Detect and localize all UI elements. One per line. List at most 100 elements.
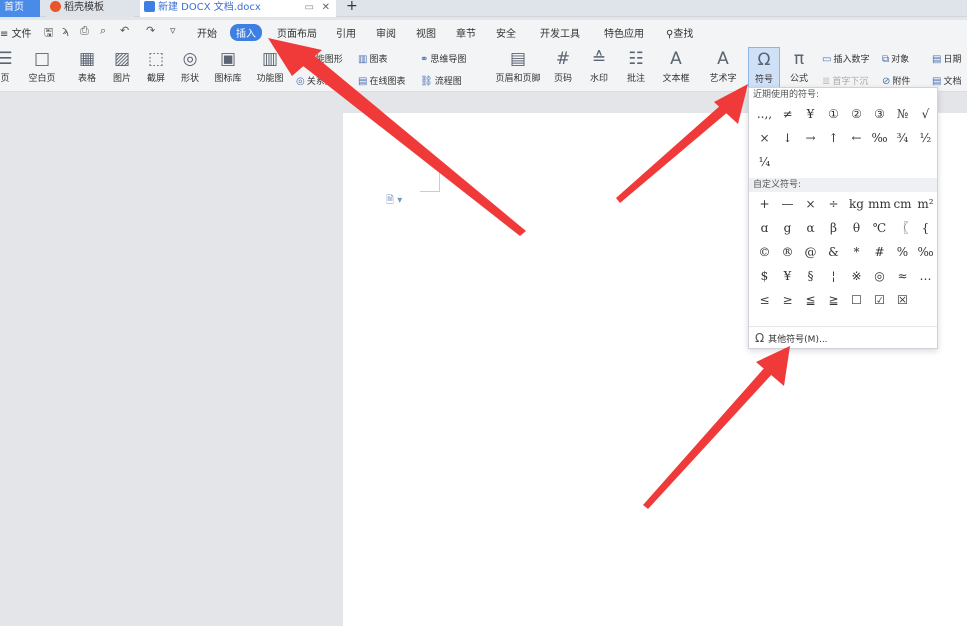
custom-symbol[interactable]: α bbox=[799, 216, 822, 240]
ribbon-date[interactable]: ▤ 日期 bbox=[932, 52, 961, 65]
custom-symbol[interactable]: % bbox=[891, 240, 914, 264]
ribbon-watermark-button[interactable]: ≙ 水印 bbox=[584, 47, 614, 84]
custom-symbol[interactable]: § bbox=[799, 264, 822, 288]
custom-symbol[interactable]: ‰ bbox=[914, 240, 937, 264]
custom-symbol[interactable]: ☑ bbox=[868, 288, 891, 312]
tab-template[interactable]: 稻壳模板 bbox=[46, 0, 134, 17]
custom-symbol[interactable]: mm bbox=[868, 192, 891, 216]
pin-icon[interactable]: ▭ bbox=[305, 0, 314, 16]
ribbon-icon-library-button[interactable]: ▣ 图标库 bbox=[210, 47, 246, 84]
ribbon-screenshot-button[interactable]: ⬚ 截屏 bbox=[140, 47, 172, 84]
paragraph-layout-icon[interactable]: 🗎 ▾ bbox=[386, 193, 402, 210]
ribbon-relation-chart[interactable]: ◎ 关系图 bbox=[296, 74, 334, 87]
recent-symbol[interactable]: × bbox=[753, 126, 776, 150]
recent-symbol[interactable]: → bbox=[799, 126, 822, 150]
custom-symbol[interactable]: ☒ bbox=[891, 288, 914, 312]
custom-symbol[interactable]: — bbox=[776, 192, 799, 216]
recent-symbol[interactable]: ③ bbox=[868, 102, 891, 126]
more-symbols-button[interactable]: Ω 其他符号(M)... bbox=[749, 326, 937, 348]
tab-home[interactable]: 首页 bbox=[0, 0, 40, 17]
redo-icon[interactable]: ↷ bbox=[146, 24, 155, 37]
ribbon-online-chart[interactable]: ▤ 在线图表 bbox=[358, 74, 405, 87]
menu-file[interactable]: ≡ 文件 bbox=[0, 25, 32, 40]
menu-start[interactable]: 开始 bbox=[197, 25, 217, 40]
print-icon[interactable]: ⎙ bbox=[80, 24, 89, 38]
custom-symbol[interactable]: 〖 bbox=[891, 216, 914, 240]
ribbon-page-number-button[interactable]: # 页码 bbox=[548, 47, 578, 84]
recent-symbol[interactable]: ..,, bbox=[753, 102, 776, 126]
custom-symbol[interactable]: ≦ bbox=[799, 288, 822, 312]
ribbon-insert-number[interactable]: ▭ 插入数字 bbox=[822, 52, 869, 65]
menu-search[interactable]: ⚲查找 bbox=[666, 25, 693, 40]
recent-symbol[interactable]: ← bbox=[845, 126, 868, 150]
custom-symbol[interactable]: © bbox=[753, 240, 776, 264]
ribbon-symbol-button[interactable]: Ω 符号 bbox=[748, 47, 780, 89]
recent-symbol[interactable]: ½ bbox=[914, 126, 937, 150]
ribbon-mindmap[interactable]: ⚭ 思维导图 bbox=[420, 52, 466, 65]
ribbon-comment-button[interactable]: ☷ 批注 bbox=[622, 47, 650, 84]
custom-symbol[interactable]: ɑ bbox=[753, 216, 776, 240]
custom-symbol[interactable]: & bbox=[822, 240, 845, 264]
ribbon-wordart-button[interactable]: A 艺术字 bbox=[702, 47, 744, 84]
ribbon-formula-button[interactable]: π 公式 bbox=[784, 47, 814, 84]
menu-security[interactable]: 安全 bbox=[496, 25, 516, 40]
tab-document[interactable]: 新建 DOCX 文档.docx ▭ ✕ bbox=[140, 0, 336, 17]
menu-developer[interactable]: 开发工具 bbox=[540, 25, 580, 40]
undo-icon[interactable]: ↶ bbox=[120, 24, 129, 37]
custom-symbol[interactable]: g bbox=[776, 216, 799, 240]
custom-symbol[interactable]: ◎ bbox=[868, 264, 891, 288]
format-painter-icon[interactable]: ϡ bbox=[62, 24, 69, 37]
ribbon-shape-button[interactable]: ◎ 形状 bbox=[174, 47, 206, 84]
custom-symbol[interactable]: ® bbox=[776, 240, 799, 264]
customize-chevron-icon[interactable]: ▿ bbox=[170, 24, 176, 37]
custom-symbol[interactable]: m² bbox=[914, 192, 937, 216]
custom-symbol[interactable]: kg bbox=[845, 192, 868, 216]
custom-symbol[interactable]: ℃ bbox=[868, 216, 891, 240]
menu-reference[interactable]: 引用 bbox=[336, 25, 356, 40]
custom-symbol[interactable]: … bbox=[914, 264, 937, 288]
custom-symbol[interactable]: ☐ bbox=[845, 288, 868, 312]
custom-symbol[interactable]: $ bbox=[753, 264, 776, 288]
save-icon[interactable]: 🖫 bbox=[44, 24, 53, 43]
recent-symbol[interactable]: √ bbox=[914, 102, 937, 126]
ribbon-smart-graphic[interactable]: ◉ 智能图形 bbox=[296, 52, 343, 65]
menu-chapter[interactable]: 章节 bbox=[456, 25, 476, 40]
custom-symbol[interactable]: ¥ bbox=[776, 264, 799, 288]
custom-symbol[interactable]: ≤ bbox=[753, 288, 776, 312]
custom-symbol[interactable]: # bbox=[868, 240, 891, 264]
menu-insert[interactable]: 插入 bbox=[230, 24, 262, 41]
custom-symbol[interactable]: { bbox=[914, 216, 937, 240]
custom-symbol[interactable]: ¦ bbox=[822, 264, 845, 288]
recent-symbol[interactable]: ‰ bbox=[868, 126, 891, 150]
recent-symbol[interactable]: ¥ bbox=[799, 102, 822, 126]
menu-view[interactable]: 视图 bbox=[416, 25, 436, 40]
ribbon-textbox-button[interactable]: A 文本框 bbox=[656, 47, 696, 84]
menu-review[interactable]: 审阅 bbox=[376, 25, 396, 40]
custom-symbol[interactable]: ÷ bbox=[822, 192, 845, 216]
recent-symbol[interactable]: № bbox=[891, 102, 914, 126]
custom-symbol[interactable]: ≥ bbox=[776, 288, 799, 312]
recent-symbol[interactable]: ↑ bbox=[822, 126, 845, 150]
recent-symbol[interactable]: ≠ bbox=[776, 102, 799, 126]
ribbon-page-button[interactable]: ☰ 页 bbox=[0, 47, 16, 84]
recent-symbol[interactable]: ¼ bbox=[753, 150, 776, 174]
ribbon-blank-page-button[interactable]: □ 空白页 bbox=[22, 47, 62, 84]
custom-symbol[interactable]: β bbox=[822, 216, 845, 240]
custom-symbol[interactable]: ≧ bbox=[822, 288, 845, 312]
custom-symbol[interactable]: @ bbox=[799, 240, 822, 264]
custom-symbol[interactable]: * bbox=[845, 240, 868, 264]
menu-special[interactable]: 特色应用 bbox=[604, 25, 644, 40]
custom-symbol[interactable]: × bbox=[799, 192, 822, 216]
menu-page-layout[interactable]: 页面布局 bbox=[277, 25, 317, 40]
ribbon-attachment[interactable]: ⊘ 附件 bbox=[882, 74, 910, 87]
new-tab-button[interactable]: + bbox=[346, 0, 358, 14]
recent-symbol[interactable]: ¾ bbox=[891, 126, 914, 150]
recent-symbol[interactable]: ② bbox=[845, 102, 868, 126]
custom-symbol[interactable]: ≈ bbox=[891, 264, 914, 288]
custom-symbol[interactable]: θ bbox=[845, 216, 868, 240]
recent-symbol[interactable]: ① bbox=[822, 102, 845, 126]
custom-symbol[interactable]: cm bbox=[891, 192, 914, 216]
print-preview-icon[interactable]: ⌕ bbox=[100, 24, 106, 38]
ribbon-flowchart[interactable]: ⛓ 流程图 bbox=[420, 74, 462, 87]
custom-symbol[interactable]: + bbox=[753, 192, 776, 216]
